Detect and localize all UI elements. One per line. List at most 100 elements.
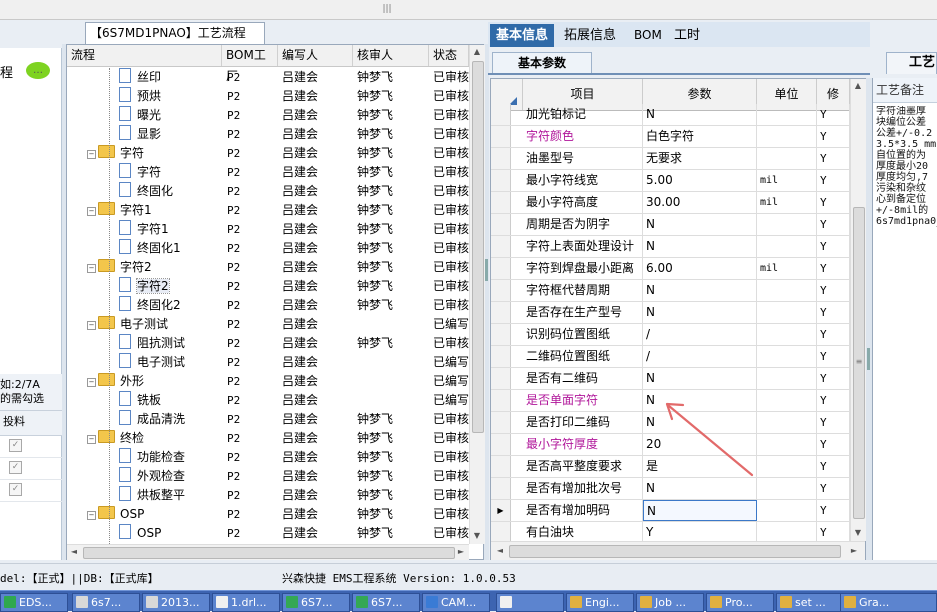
scroll-up-icon[interactable]: ▲ bbox=[470, 45, 484, 59]
feed-checkbox[interactable]: ✓ bbox=[9, 461, 22, 474]
taskbar-button[interactable]: set ... bbox=[776, 593, 844, 612]
tree-leaf-row[interactable]: 外观检查 P2 吕建会 钟梦飞 已审核 bbox=[67, 467, 469, 486]
row-selector[interactable] bbox=[491, 258, 511, 279]
grid-vertical-scrollbar[interactable]: ▲ ≡ ▼ bbox=[850, 79, 866, 541]
taskbar-button[interactable]: Pro... bbox=[706, 593, 774, 612]
tree-hscroll-thumb[interactable] bbox=[83, 547, 455, 559]
tree-folder-row[interactable]: − 电子测试 P2 吕建会 已编写 bbox=[67, 315, 469, 334]
tree-vertical-scrollbar[interactable]: ▲ ▼ bbox=[469, 45, 485, 544]
tree-leaf-row[interactable]: 成品清洗 P2 吕建会 钟梦飞 已审核 bbox=[67, 410, 469, 429]
param-value-cell[interactable]: Y bbox=[643, 522, 757, 543]
col-header-process[interactable]: 流程 bbox=[67, 45, 222, 66]
tab-bom[interactable]: BOM bbox=[628, 24, 668, 47]
notes-tab[interactable]: 工艺 bbox=[886, 52, 937, 74]
scroll-up-icon[interactable]: ▲ bbox=[851, 79, 865, 93]
table-row[interactable]: 是否有二维码 N Y bbox=[491, 368, 850, 390]
row-selector[interactable] bbox=[491, 522, 511, 543]
chat-bubble-icon[interactable]: … bbox=[26, 62, 50, 79]
param-value-cell[interactable]: N bbox=[643, 214, 757, 235]
table-row[interactable]: 二维码位置图纸 / Y bbox=[491, 346, 850, 368]
tab-extended-info[interactable]: 拓展信息 bbox=[558, 24, 622, 47]
param-value-cell[interactable]: N bbox=[643, 280, 757, 301]
scroll-left-icon[interactable]: ◄ bbox=[67, 545, 81, 559]
collapse-icon[interactable]: − bbox=[87, 511, 96, 520]
tree-leaf-row[interactable]: 终固化 P2 吕建会 钟梦飞 已审核 bbox=[67, 182, 469, 201]
collapse-icon[interactable]: − bbox=[87, 207, 96, 216]
param-value-cell[interactable]: N bbox=[643, 302, 757, 323]
taskbar-button[interactable]: Gra... bbox=[840, 593, 937, 612]
param-value-cell[interactable]: 无要求 bbox=[643, 148, 757, 169]
col-header-bom[interactable]: BOM工厂 bbox=[222, 45, 278, 83]
param-value-cell[interactable]: / bbox=[643, 324, 757, 345]
table-row[interactable]: 识别码位置图纸 / Y bbox=[491, 324, 850, 346]
tree-leaf-row[interactable]: 功能检查 P2 吕建会 钟梦飞 已审核 bbox=[67, 448, 469, 467]
param-value-cell[interactable]: N bbox=[643, 236, 757, 257]
scroll-right-icon[interactable]: ► bbox=[847, 544, 861, 558]
tree-leaf-row[interactable]: 阻抗测试 P2 吕建会 钟梦飞 已审核 bbox=[67, 334, 469, 353]
row-selector[interactable] bbox=[491, 170, 511, 191]
tree-horizontal-scrollbar[interactable]: ◄ ► bbox=[67, 544, 469, 560]
taskbar-button[interactable]: 6s7... bbox=[72, 593, 140, 612]
tree-folder-row[interactable]: − OSP P2 吕建会 钟梦飞 已审核 bbox=[67, 505, 469, 524]
row-selector[interactable] bbox=[491, 412, 511, 433]
row-selector[interactable] bbox=[491, 148, 511, 169]
grid-hscroll-thumb[interactable] bbox=[509, 545, 841, 558]
top-scroll-strip[interactable]: ||| bbox=[0, 0, 937, 20]
param-value-cell[interactable]: N bbox=[643, 500, 757, 521]
param-value-cell[interactable]: N bbox=[643, 368, 757, 389]
tree-leaf-row[interactable]: 烘板整平 P2 吕建会 钟梦飞 已审核 bbox=[67, 486, 469, 505]
col-header-status[interactable]: 状态 bbox=[429, 45, 469, 66]
feed-checkbox[interactable]: ✓ bbox=[9, 439, 22, 452]
taskbar-button[interactable] bbox=[496, 593, 564, 612]
tree-leaf-row[interactable]: 电子测试 P2 吕建会 已编写 bbox=[67, 353, 469, 372]
feed-checkbox[interactable]: ✓ bbox=[9, 483, 22, 496]
table-row[interactable]: 油墨型号 无要求 Y bbox=[491, 148, 850, 170]
tab-work-hours[interactable]: 工时 bbox=[668, 24, 706, 47]
tree-leaf-row[interactable]: 字符2 P2 吕建会 钟梦飞 已审核 bbox=[67, 277, 469, 296]
col-header-writer[interactable]: 编写人 bbox=[278, 45, 353, 66]
scroll-left-icon[interactable]: ◄ bbox=[493, 544, 507, 558]
tree-scroll-thumb[interactable] bbox=[472, 61, 484, 433]
tree-folder-row[interactable]: − 字符2 P2 吕建会 钟梦飞 已审核 bbox=[67, 258, 469, 277]
taskbar-button[interactable]: 6S7... bbox=[282, 593, 350, 612]
row-selector[interactable] bbox=[491, 104, 511, 125]
scroll-down-icon[interactable]: ▼ bbox=[470, 529, 484, 543]
subtab-basic-params[interactable]: 基本参数 bbox=[492, 52, 592, 74]
table-row[interactable]: ▶ 是否有增加明码 N Y bbox=[491, 500, 850, 522]
tree-folder-row[interactable]: − 外形 P2 吕建会 已编写 bbox=[67, 372, 469, 391]
taskbar-button[interactable]: Engi... bbox=[566, 593, 634, 612]
row-selector[interactable]: ▶ bbox=[491, 500, 511, 521]
tree-leaf-row[interactable]: 显影 P2 吕建会 钟梦飞 已审核 bbox=[67, 125, 469, 144]
grid-horizontal-scrollbar[interactable]: ◄ ► bbox=[491, 541, 865, 560]
param-value-cell[interactable]: 6.00 bbox=[643, 258, 757, 279]
taskbar-button[interactable]: 1.drl... bbox=[212, 593, 280, 612]
tree-leaf-row[interactable]: 字符1 P2 吕建会 钟梦飞 已审核 bbox=[67, 220, 469, 239]
table-row[interactable]: 字符上表面处理设计 N Y bbox=[491, 236, 850, 258]
table-row[interactable]: 最小字符高度 30.00 mil Y bbox=[491, 192, 850, 214]
collapse-icon[interactable]: − bbox=[87, 321, 96, 330]
taskbar-button[interactable]: CAM... bbox=[422, 593, 490, 612]
tree-leaf-row[interactable]: 终固化2 P2 吕建会 钟梦飞 已审核 bbox=[67, 296, 469, 315]
row-selector[interactable] bbox=[491, 390, 511, 411]
row-selector[interactable] bbox=[491, 346, 511, 367]
table-row[interactable]: 字符颜色 白色字符 Y bbox=[491, 126, 850, 148]
tree-leaf-row[interactable]: 预烘 P2 吕建会 钟梦飞 已审核 bbox=[67, 87, 469, 106]
row-selector[interactable] bbox=[491, 280, 511, 301]
taskbar-button[interactable]: Job ... bbox=[636, 593, 704, 612]
row-selector[interactable] bbox=[491, 368, 511, 389]
taskbar-button[interactable]: 2013... bbox=[142, 593, 210, 612]
row-selector[interactable] bbox=[491, 236, 511, 257]
tree-leaf-row[interactable]: 曝光 P2 吕建会 钟梦飞 已审核 bbox=[67, 106, 469, 125]
tree-leaf-row[interactable]: OSP P2 吕建会 钟梦飞 已审核 bbox=[67, 524, 469, 543]
tree-leaf-row[interactable]: 丝印 P2 吕建会 钟梦飞 已审核 bbox=[67, 68, 469, 87]
table-row[interactable]: 周期是否为阴字 N Y bbox=[491, 214, 850, 236]
notes-text[interactable]: 字符油墨厚 块编位公差 公差+/-0.2 3.5*3.5 mm 自位置的为 厚度… bbox=[876, 106, 937, 227]
tree-leaf-row[interactable]: 终固化1 P2 吕建会 钟梦飞 已审核 bbox=[67, 239, 469, 258]
col-header-reviewer[interactable]: 核审人 bbox=[353, 45, 429, 66]
scroll-grip-icon[interactable]: ||| bbox=[368, 3, 406, 15]
table-row[interactable]: 是否存在生产型号 N Y bbox=[491, 302, 850, 324]
tab-basic-info[interactable]: 基本信息 bbox=[490, 24, 555, 47]
table-row[interactable]: 字符框代替周期 N Y bbox=[491, 280, 850, 302]
row-selector[interactable] bbox=[491, 434, 511, 455]
taskbar-button[interactable]: EDS... bbox=[0, 593, 68, 612]
